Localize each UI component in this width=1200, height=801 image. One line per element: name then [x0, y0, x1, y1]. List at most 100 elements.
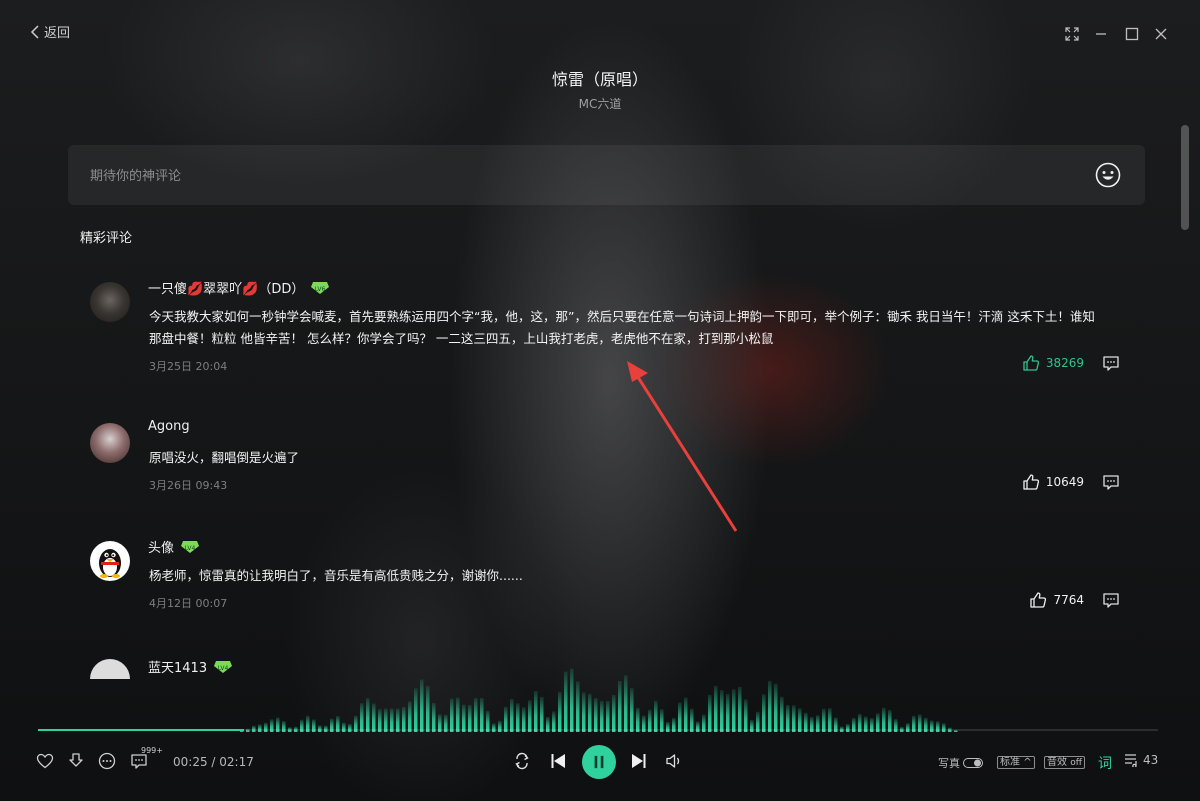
like-button[interactable]: 38269	[1022, 354, 1084, 372]
effect-label: 音效	[1047, 757, 1067, 768]
comment-user: 蓝天1413 LV4	[148, 659, 233, 676]
visualizer-bar	[780, 696, 784, 732]
visualizer-bar	[570, 668, 574, 732]
close-icon	[1155, 28, 1167, 40]
visualizer-bar	[372, 703, 376, 732]
close-button[interactable]	[1151, 24, 1171, 44]
thumbs-up-icon	[1023, 355, 1039, 371]
level-badge-icon: LV6	[311, 281, 330, 294]
progress-bar[interactable]	[38, 729, 1158, 731]
heart-icon	[36, 753, 54, 769]
avatar[interactable]	[90, 282, 130, 322]
reply-button[interactable]	[1102, 473, 1120, 491]
minimize-button[interactable]	[1091, 24, 1111, 44]
visualizer-bar	[450, 698, 454, 732]
reply-button[interactable]	[1102, 354, 1120, 372]
level-badge-icon: LV4	[181, 540, 200, 553]
pause-button[interactable]	[582, 745, 616, 779]
svg-text:LV4: LV4	[185, 545, 196, 552]
visualizer-bar	[474, 698, 478, 732]
penguin-avatar-icon	[99, 549, 121, 578]
playlist-button[interactable]: 43	[1124, 753, 1158, 767]
quality-selector[interactable]: 标准 ^	[997, 755, 1035, 769]
play-mode-button[interactable]	[513, 752, 531, 770]
like-count: 38269	[1045, 356, 1084, 370]
lyrics-button[interactable]: 词	[1098, 753, 1112, 773]
skip-forward-icon	[632, 754, 646, 768]
visualizer-bar	[684, 697, 688, 732]
visualizer-bar	[606, 700, 610, 732]
volume-button[interactable]	[665, 752, 683, 770]
like-count: 7764	[1053, 593, 1084, 607]
username[interactable]: 蓝天1413	[148, 659, 207, 676]
chevron-up-icon: ^	[1023, 757, 1032, 768]
visualizer-bar	[582, 692, 586, 732]
visualizer-bar	[564, 671, 568, 732]
reply-button[interactable]	[1102, 591, 1120, 609]
maximize-button[interactable]	[1122, 24, 1142, 44]
visualizer-bar	[612, 694, 616, 732]
comment-user: Agong	[148, 419, 190, 434]
reply-comment-icon	[1103, 593, 1119, 608]
download-icon	[69, 753, 83, 767]
like-button[interactable]: 7764	[1029, 591, 1084, 609]
skip-back-icon	[551, 754, 565, 768]
download-button[interactable]	[67, 752, 85, 770]
visualizer-bar	[462, 704, 466, 732]
comment-count-badge: 999+	[141, 746, 163, 755]
more-options-icon	[98, 752, 116, 770]
visualizer-bar	[714, 685, 718, 732]
visualizer-bar	[468, 704, 472, 732]
visualizer-bar	[366, 698, 370, 732]
visualizer-bar	[426, 686, 430, 732]
visualizer-bar	[558, 691, 562, 732]
comment-text: 今天我教大家如何一秒钟学会喊麦，首先要熟练运用四个字“我，他，这，那”，然后只要…	[149, 309, 1095, 346]
visualizer-bar	[588, 693, 592, 732]
reply-comment-icon	[1103, 356, 1119, 371]
avatar[interactable]	[90, 541, 130, 581]
thumbs-up-icon	[1023, 474, 1039, 490]
comment-input-box[interactable]	[68, 145, 1145, 205]
comment-text: 杨老师，惊雷真的让我明白了，音乐是有高低贵贱之分，谢谢你......	[149, 568, 523, 583]
visualizer-bar	[678, 702, 682, 732]
avatar[interactable]	[90, 423, 130, 463]
back-button[interactable]: 返回	[30, 22, 70, 41]
like-button[interactable]: 10649	[1022, 473, 1084, 491]
visualizer-bar	[726, 693, 730, 732]
visualizer-bar	[510, 698, 514, 732]
visualizer-bar	[618, 681, 622, 732]
fullscreen-button[interactable]	[1062, 24, 1082, 44]
chevron-left-icon	[30, 24, 39, 39]
playlist-count: 43	[1143, 753, 1159, 767]
more-button[interactable]	[98, 752, 116, 770]
time-display: 00:25 / 02:17	[173, 755, 254, 769]
visualizer-bar	[516, 703, 520, 732]
visualizer-bar	[456, 697, 460, 732]
smiley-icon[interactable]	[1095, 162, 1121, 188]
avatar[interactable]	[90, 659, 130, 679]
visualizer-bar	[528, 700, 532, 732]
artist-name[interactable]: MC六道	[0, 95, 1200, 112]
back-label: 返回	[44, 26, 71, 41]
username[interactable]: Agong	[148, 419, 190, 434]
photo-toggle[interactable]: 写真	[938, 755, 983, 771]
comment-text: 原唱没火，翻唱倒是火遍了	[149, 450, 300, 465]
previous-button[interactable]	[549, 752, 567, 770]
visualizer-bar	[768, 680, 772, 732]
visualizer-bar	[624, 675, 628, 732]
comment-user: 头像 LV4	[148, 537, 200, 556]
maximize-icon	[1125, 27, 1139, 41]
sound-effect-button[interactable]: 音效 off	[1044, 755, 1085, 770]
scrollbar-thumb[interactable]	[1181, 125, 1189, 230]
next-button[interactable]	[630, 752, 648, 770]
visualizer-bar	[732, 689, 736, 732]
comment-user: 一只傻💋翠翠吖💋（DD） LV6	[148, 278, 330, 297]
playlist-icon	[1125, 754, 1137, 767]
username[interactable]: 一只傻💋翠翠吖💋（DD）	[148, 278, 304, 297]
visualizer-bar	[738, 686, 742, 732]
comment-input[interactable]	[88, 165, 1052, 187]
visualizer-bar	[408, 701, 412, 732]
like-count: 10649	[1045, 475, 1084, 489]
username[interactable]: 头像	[148, 537, 174, 556]
favorite-button[interactable]	[36, 752, 54, 770]
